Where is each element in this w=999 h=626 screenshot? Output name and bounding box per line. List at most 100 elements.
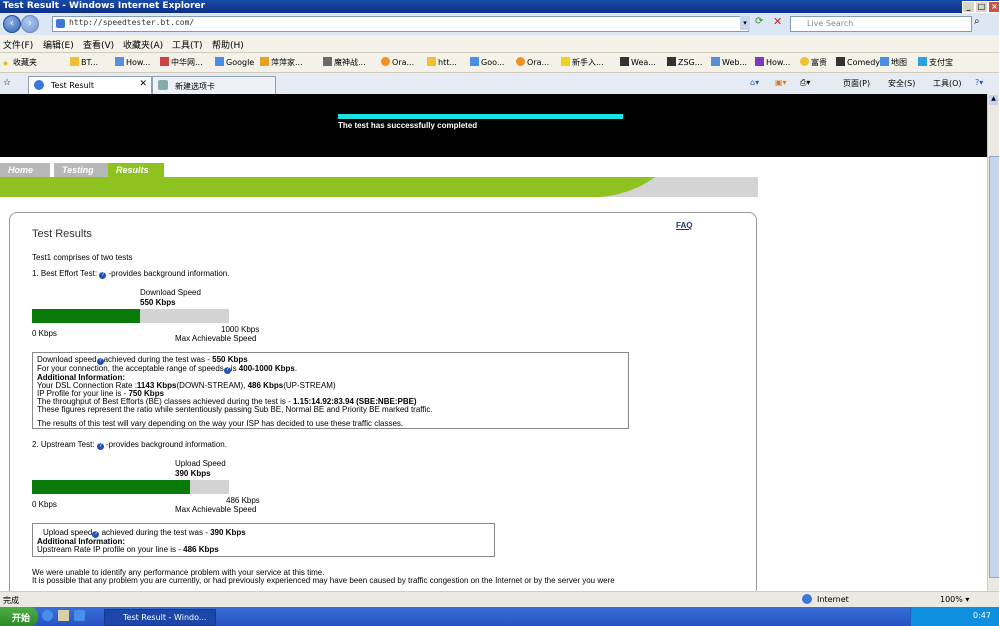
stop-icon[interactable]: ✕ xyxy=(773,15,782,28)
tab-new[interactable]: 新建选项卡 xyxy=(152,76,276,94)
vertical-scrollbar[interactable]: ▲ xyxy=(987,94,999,591)
forward-button[interactable]: › xyxy=(21,15,39,33)
fav-item[interactable]: How... xyxy=(755,57,790,67)
feeds-icon[interactable]: ▣▾ xyxy=(775,78,787,87)
intro-text: Test1 comprises of two tests xyxy=(32,253,133,262)
new-tab-icon xyxy=(158,80,168,90)
menu-view[interactable]: 查看(V) xyxy=(83,38,114,51)
live-search-input[interactable]: Live Search xyxy=(790,16,972,32)
back-button[interactable]: ‹ xyxy=(3,15,21,33)
zone-label: Internet xyxy=(817,595,849,604)
test1-info-box: Download speed? achieved during the test … xyxy=(32,352,629,429)
system-tray: 0:47 xyxy=(910,607,999,626)
scroll-thumb[interactable] xyxy=(989,156,999,578)
download-speed-bar xyxy=(32,309,229,323)
search-icon[interactable]: ⌕ xyxy=(974,16,980,27)
address-toolbar: ‹ › http://speedtester.bt.com/ ▾ ⟳ ✕ Liv… xyxy=(0,13,999,35)
fav-item[interactable]: 地图 xyxy=(880,57,907,68)
star-icon: ★ xyxy=(2,59,10,68)
fav-item[interactable]: Ora... xyxy=(381,57,414,67)
address-url: http://speedtester.bt.com/ xyxy=(69,18,195,27)
address-input[interactable]: http://speedtester.bt.com/ xyxy=(52,16,749,32)
nav-testing[interactable]: Testing xyxy=(54,163,108,177)
clock: 0:47 xyxy=(973,611,991,620)
footer-text: It is possible that any problem you are … xyxy=(32,576,615,585)
close-tab-icon[interactable]: ✕ xyxy=(139,79,147,89)
upload-speed-label: Upload Speed xyxy=(175,459,226,468)
refresh-icon[interactable]: ⟳ xyxy=(755,16,763,27)
live-search-placeholder: Live Search xyxy=(807,19,854,28)
favorites-center-icon[interactable]: ☆ xyxy=(3,78,11,88)
fav-item[interactable]: Wea... xyxy=(620,57,656,67)
fav-item[interactable]: 萍萍家... xyxy=(260,57,303,68)
fav-item[interactable]: htt... xyxy=(427,57,457,67)
help-icon[interactable]: ?▾ xyxy=(975,78,983,87)
tools-menu[interactable]: 工具(O) xyxy=(933,78,962,89)
nav-results[interactable]: Results xyxy=(108,163,164,177)
window-title: Test Result - Windows Internet Explorer xyxy=(3,1,206,11)
download-speed-label: Download Speed xyxy=(140,288,201,297)
fav-item[interactable]: 支付宝 xyxy=(918,57,953,68)
menu-file[interactable]: 文件(F) xyxy=(3,38,33,51)
quicklaunch-desktop-icon[interactable] xyxy=(74,610,85,621)
test1-title: 1. Best Effort Test: ? -provides backgro… xyxy=(32,269,230,279)
favorites-button[interactable]: ★ 收藏夹 xyxy=(2,57,37,68)
tab-label: 新建选项卡 xyxy=(175,82,215,91)
home-icon[interactable]: ⌂▾ xyxy=(750,78,759,87)
window-titlebar[interactable]: Test Result - Windows Internet Explorer … xyxy=(0,0,999,13)
favorites-bar: ★ 收藏夹 BT... How... 中华网... Google 萍萍家... 魔… xyxy=(0,53,999,73)
page-menu[interactable]: 页面(P) xyxy=(843,78,870,89)
nav-home[interactable]: Home xyxy=(0,163,50,177)
green-swoosh xyxy=(0,177,758,197)
page-viewport: The test has successfully completed Home… xyxy=(0,94,987,591)
download-max-label: 1000 Kbps xyxy=(221,325,260,334)
zoom-control[interactable]: 100% ▾ xyxy=(940,595,969,604)
taskbar-item-ie[interactable]: Test Result - Windo... xyxy=(104,609,216,626)
fav-item[interactable]: Google xyxy=(215,57,254,67)
site-nav: Home Testing Results xyxy=(0,163,987,178)
menu-help[interactable]: 帮助(H) xyxy=(212,38,244,51)
menu-favorites[interactable]: 收藏夹(A) xyxy=(123,38,163,51)
upload-min-label: 0 Kbps xyxy=(32,500,57,509)
tab-test-result[interactable]: Test Result ✕ xyxy=(28,76,152,94)
status-bar: 完成 Internet 100% ▾ xyxy=(0,591,999,608)
test2-title: 2. Upstream Test: ? -provides background… xyxy=(32,440,227,450)
safety-menu[interactable]: 安全(S) xyxy=(888,78,915,89)
start-button[interactable]: 开始 xyxy=(0,607,38,626)
print-icon[interactable]: ⎙▾ xyxy=(800,78,810,88)
fav-item[interactable]: BT... xyxy=(70,57,98,67)
fav-item[interactable]: 富贵 xyxy=(800,57,827,68)
quicklaunch-ie-icon[interactable] xyxy=(42,610,53,621)
fav-item[interactable]: 魔神战... xyxy=(323,57,366,68)
menu-edit[interactable]: 编辑(E) xyxy=(43,38,74,51)
results-panel: FAQ Test Results Test1 comprises of two … xyxy=(9,212,757,591)
download-speed-value: 550 Kbps xyxy=(140,298,176,307)
status-text: 完成 xyxy=(3,596,19,605)
download-max-caption: Max Achievable Speed xyxy=(175,334,257,343)
help-icon[interactable]: ? xyxy=(223,367,231,374)
globe-icon xyxy=(802,594,812,604)
menu-bar: 文件(F) 编辑(E) 查看(V) 收藏夹(A) 工具(T) 帮助(H) xyxy=(0,35,999,53)
help-icon[interactable]: ? xyxy=(96,443,104,450)
fav-item[interactable]: 中华网... xyxy=(160,57,203,68)
fav-item[interactable]: Ora... xyxy=(516,57,549,67)
fav-item[interactable]: Web... xyxy=(711,57,747,67)
fav-item[interactable]: How... xyxy=(115,57,150,67)
maximize-button[interactable]: □ xyxy=(975,1,988,13)
fav-item[interactable]: 新手入... xyxy=(561,57,604,68)
status-banner: The test has successfully completed xyxy=(0,94,987,157)
upload-speed-value: 390 Kbps xyxy=(175,469,211,478)
upload-speed-fill xyxy=(32,480,190,494)
minimize-button[interactable]: _ xyxy=(962,1,975,13)
quicklaunch-folder-icon[interactable] xyxy=(58,610,69,621)
scroll-up-icon[interactable]: ▲ xyxy=(989,95,998,105)
fav-item[interactable]: Goo... xyxy=(470,57,504,67)
address-dropdown-icon[interactable]: ▾ xyxy=(740,16,750,30)
download-min-label: 0 Kbps xyxy=(32,329,57,338)
page-title: Test Results xyxy=(32,228,92,240)
fav-item[interactable]: ZSG... xyxy=(667,57,702,67)
close-window-button[interactable]: × xyxy=(988,1,999,13)
menu-tools[interactable]: 工具(T) xyxy=(172,38,203,51)
fav-item[interactable]: Comedy xyxy=(836,57,880,67)
faq-link[interactable]: FAQ xyxy=(676,221,692,230)
